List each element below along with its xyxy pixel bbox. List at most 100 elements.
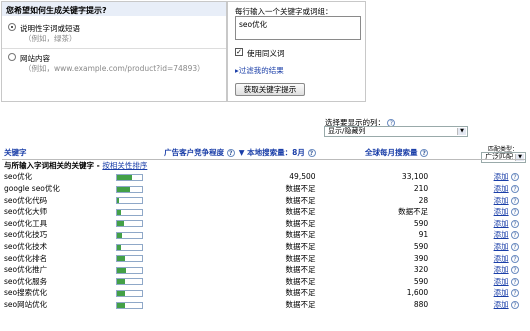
row-competition [114,264,237,276]
add-keyword-link[interactable]: 添加 [494,254,509,263]
row-global-volume: 210 [413,184,429,194]
add-help-icon[interactable]: ? [511,196,519,205]
row-competition [114,206,237,218]
row-keyword: seo优化技巧 [4,230,48,240]
synonyms-checkbox[interactable]: ✓ [235,48,243,56]
competition-bar-fill [117,221,124,227]
add-help-icon[interactable]: ? [511,289,519,298]
row-competition [114,218,237,230]
row-local-volume: 数据不足 [285,288,316,298]
row-competition [114,276,237,288]
table-row: seo优化 49,500 33,100 添加 ? [2,171,525,183]
add-help-icon[interactable]: ? [511,208,519,217]
add-help-icon[interactable]: ? [511,277,519,286]
row-add-cell: 添加 ? [430,218,525,230]
table-row: seo优化代码 数据不足 28 添加 ? [2,194,525,206]
row-local-volume: 数据不足 [285,276,316,286]
add-help-icon[interactable]: ? [511,185,519,194]
header-local-volume[interactable]: ▼ 本地搜索量：8月 ? [237,147,318,159]
add-keyword-link[interactable]: 添加 [494,207,509,216]
table-row: seo优化大师 数据不足 数据不足 添加 ? [2,206,525,218]
row-global-volume: 880 [413,300,429,310]
row-keyword: seo优化大师 [4,207,48,217]
add-help-icon[interactable]: ? [511,243,519,252]
table-row: seo优化推广 数据不足 320 添加 ? [2,264,525,276]
row-local-volume: 数据不足 [285,184,316,194]
header-competition[interactable]: 广告客户竞争程度 ? [114,147,237,159]
row-add-cell: 添加 ? [430,287,525,299]
row-local-volume: 数据不足 [285,207,316,217]
add-keyword-link[interactable]: 添加 [494,230,509,239]
add-keyword-link[interactable]: 添加 [494,288,509,297]
local-help-icon[interactable]: ? [307,149,316,158]
add-keyword-link[interactable]: 添加 [494,196,509,205]
row-local-volume: 数据不足 [285,218,316,228]
radio-website-content[interactable] [8,53,16,61]
row-local-volume: 数据不足 [285,265,316,275]
get-keyword-ideas-button[interactable]: 获取关键字提示 [235,83,305,96]
columns-dropdown[interactable]: 显示/隐藏列 ▼ [324,126,468,137]
header-global-text: 全球每月搜索量 [365,148,418,158]
row-keyword: seo优化技术 [4,242,48,252]
add-keyword-link[interactable]: 添加 [494,242,509,251]
row-add-cell: 添加 ? [430,183,525,195]
table-row: seo优化技术 数据不足 590 添加 ? [2,241,525,253]
row-keyword: google seo优化 [4,184,60,194]
row-global-volume: 数据不足 [398,207,429,217]
result-rows: seo优化 49,500 33,100 添加 ? google seo优化 数据不足 210… [2,171,525,310]
header-keyword[interactable]: 关键字 [2,147,114,159]
add-keyword-link[interactable]: 添加 [494,265,509,274]
competition-bar [116,278,144,286]
competition-bar [116,220,144,228]
row-add-cell: 添加 ? [430,171,525,183]
row-local-volume: 数据不足 [285,242,316,252]
competition-bar [116,243,144,251]
competition-bar-fill [117,174,133,180]
header-global-volume[interactable]: 全球每月搜索量 ? [318,147,431,159]
competition-bar-fill [117,279,125,285]
row-keyword: seo优化工具 [4,218,48,228]
add-help-icon[interactable]: ? [511,173,519,182]
table-row: seo优化技巧 数据不足 91 添加 ? [2,229,525,241]
row-add-cell: 添加 ? [430,264,525,276]
table-row: seo优化排名 数据不足 390 添加 ? [2,252,525,264]
add-keyword-link[interactable]: 添加 [494,172,509,181]
synonyms-label: 使用同义词 [247,49,285,58]
row-keyword: seo优化代码 [4,195,48,205]
add-keyword-link[interactable]: 添加 [494,184,509,193]
table-row: seo网站优化 数据不足 880 添加 ? [2,299,525,311]
sort-by-relevance-link[interactable]: 按相关性排序 [102,161,147,170]
row-local-volume: 数据不足 [285,300,316,310]
competition-help-icon[interactable]: ? [226,149,235,158]
global-help-icon[interactable]: ? [420,149,429,158]
add-help-icon[interactable]: ? [511,266,519,275]
header-keyword-text: 关键字 [4,148,27,158]
add-help-icon[interactable]: ? [511,219,519,228]
add-help-icon[interactable]: ? [511,254,519,263]
add-help-icon[interactable]: ? [511,301,519,310]
row-add-cell: 添加 ? [430,194,525,206]
row-global-volume: 590 [413,242,429,252]
competition-bar-fill [117,302,125,308]
row-global-volume: 1,600 [406,288,429,298]
keyword-textarea[interactable]: seo优化 [235,16,361,40]
add-help-icon[interactable]: ? [511,231,519,240]
table-row: seo优化服务 数据不足 590 添加 ? [2,276,525,288]
filter-results-link[interactable]: ▸过滤我的结果 [235,65,284,76]
competition-bar [116,208,144,216]
radio-descriptive-words[interactable] [8,23,16,31]
competition-bar-fill [117,232,123,238]
dropdown-arrow-icon: ▼ [457,128,466,135]
competition-bar [116,197,144,205]
competition-bar [116,266,144,274]
row-keyword: seo优化推广 [4,265,48,275]
row-global-volume: 390 [413,253,429,263]
option-website-hint: （例如，www.example.com/product?id=74893） [24,64,205,73]
row-global-volume: 590 [413,218,429,228]
row-competition [114,229,237,241]
add-keyword-link[interactable]: 添加 [494,300,509,309]
row-add-cell: 添加 ? [430,252,525,264]
add-keyword-link[interactable]: 添加 [494,219,509,228]
row-competition [114,171,237,183]
add-keyword-link[interactable]: 添加 [494,277,509,286]
